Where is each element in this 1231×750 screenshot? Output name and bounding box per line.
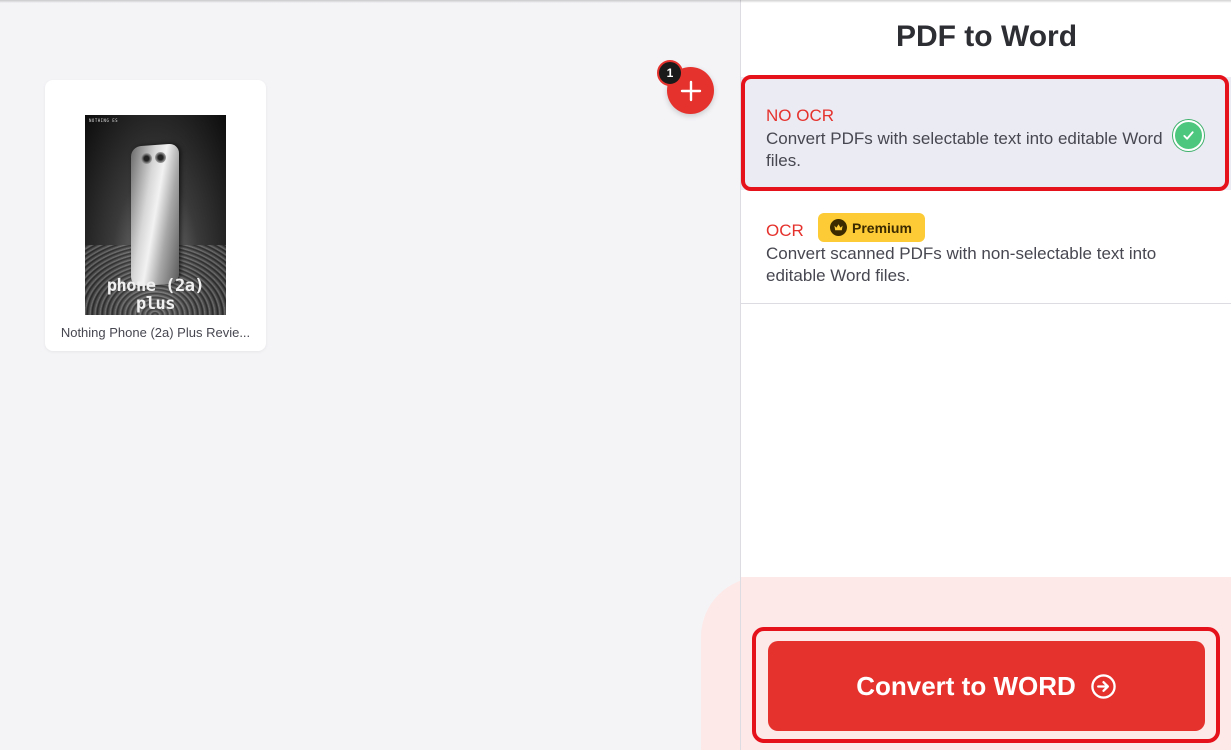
tool-sidebar: PDF to Word NO OCR Convert PDFs with sel… bbox=[740, 0, 1231, 750]
option-title: NO OCR bbox=[766, 106, 834, 125]
option-description: Convert PDFs with selectable text into e… bbox=[766, 129, 1163, 170]
plus-icon bbox=[680, 80, 701, 101]
file-card[interactable]: NOTHING ES phone (2a) plus Nothing Phone… bbox=[45, 80, 266, 351]
phone-image bbox=[131, 143, 179, 287]
convert-button-label: Convert to WORD bbox=[856, 670, 1076, 701]
check-icon bbox=[1173, 120, 1204, 151]
camera-lens bbox=[141, 153, 152, 164]
sidebar-title: PDF to Word bbox=[895, 20, 1078, 53]
file-thumbnail: NOTHING ES phone (2a) plus bbox=[85, 115, 226, 315]
thumbnail-header: NOTHING ES bbox=[89, 118, 119, 123]
premium-badge-label: Premium bbox=[852, 219, 912, 236]
file-workspace: NOTHING ES phone (2a) plus Nothing Phone… bbox=[0, 0, 740, 750]
option-description: Convert scanned PDFs with non-selectable… bbox=[766, 244, 1157, 285]
option-no-ocr[interactable]: NO OCR Convert PDFs with selectable text… bbox=[741, 77, 1231, 190]
premium-badge: Premium bbox=[818, 213, 925, 242]
file-count-badge: 1 bbox=[657, 60, 683, 86]
top-shadow bbox=[0, 0, 1231, 3]
convert-to-word-button[interactable]: Convert to WORD bbox=[768, 641, 1205, 731]
thumbnail-caption: phone (2a) plus bbox=[106, 276, 205, 314]
camera-lens bbox=[155, 152, 166, 163]
action-area: Convert to WORD bbox=[741, 577, 1231, 750]
file-name: Nothing Phone (2a) Plus Revie... bbox=[60, 325, 251, 340]
crown-icon bbox=[830, 219, 847, 236]
arrow-right-circle-icon bbox=[1091, 673, 1116, 699]
option-title: OCR bbox=[766, 221, 804, 240]
option-ocr[interactable]: OCR Premium Convert scanned PDFs with no… bbox=[741, 192, 1231, 304]
